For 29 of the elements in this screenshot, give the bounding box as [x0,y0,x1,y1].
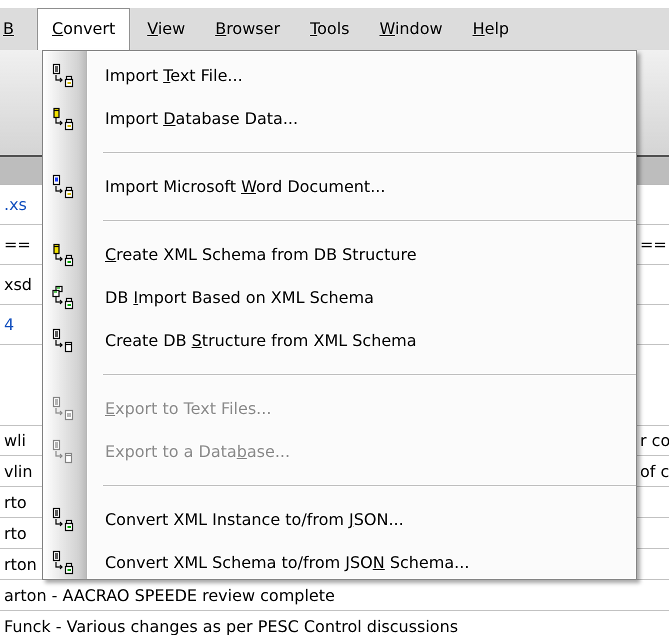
menu-item[interactable]: Import Database Data... [43,97,636,140]
document-text: Funck - Various changes as per PESC Control discussions [3,616,458,635]
menu-item[interactable]: Convert XML Schema to/from JSON Schema... [43,541,636,584]
document-text: of c [640,462,669,480]
menu-bar-item[interactable]: Convert [36,8,130,50]
menu-item[interactable]: Create XML Schema from DB Structure [43,233,636,276]
menu-bar-item[interactable]: Browser [202,8,294,50]
document-text: == [640,235,667,254]
document-text: r co [640,431,669,450]
document-text: == [3,235,31,254]
menu-item[interactable]: Convert XML Instance to/from JSON... [43,498,636,541]
document-text: xsd [3,275,32,294]
document-text: wli [3,431,26,450]
menu-item[interactable]: Import Text File... [43,54,636,97]
menu-bar-item[interactable]: Help [460,8,522,50]
document-text: rto [3,492,27,512]
document-text: arton - AACRAO SPEEDE review complete [3,586,335,604]
document-text: vlin [3,462,32,480]
menu-bar-item[interactable]: View [134,8,198,50]
menu-bar-item[interactable]: B [0,8,29,50]
menu-item[interactable]: Create DB Structure from XML Schema [43,319,636,362]
menu-item[interactable]: Import Microsoft Word Document... [43,165,636,208]
document-text: rton [3,554,37,574]
document-text: .xs [3,195,27,214]
document-text: 4 [3,315,14,334]
menu-item[interactable]: DB Import Based on XML Schema [43,276,636,319]
menu-bar-item[interactable]: Window [366,8,456,50]
document-text: rto [3,524,27,542]
menu-bar-item[interactable]: Tools [297,8,362,50]
